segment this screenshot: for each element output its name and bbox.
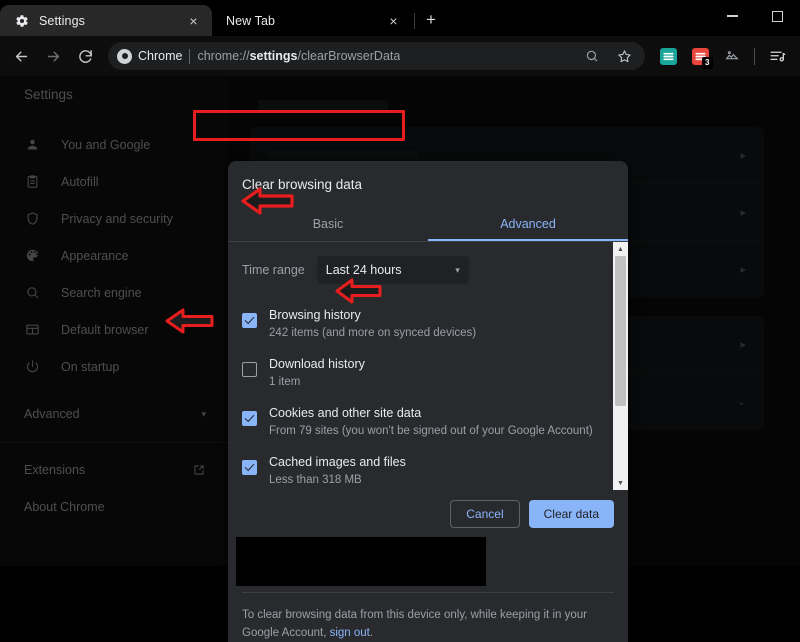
- option-title: Cached images and files: [269, 454, 406, 471]
- extension-teal-icon[interactable]: [653, 41, 683, 71]
- option-text: Cached images and files Less than 318 MB: [269, 454, 406, 489]
- browser-window: Settings × New Tab × + Chrome: [0, 0, 800, 566]
- checkbox[interactable]: [242, 411, 257, 426]
- checkbox[interactable]: [242, 313, 257, 328]
- chrome-chip: Chrome: [117, 49, 182, 64]
- dialog-bottom-section: To clear browsing data from this device …: [228, 537, 628, 642]
- clear-data-button[interactable]: Clear data: [529, 500, 614, 528]
- scroll-down-arrow-icon[interactable]: ▼: [613, 476, 628, 490]
- scroll-up-arrow-icon[interactable]: ▲: [613, 242, 628, 256]
- redacted-region: [236, 537, 486, 586]
- scrollbar-track[interactable]: [613, 256, 628, 476]
- tab-divider: [414, 13, 415, 29]
- tab-new-tab[interactable]: New Tab ×: [212, 5, 412, 36]
- gear-icon: [14, 13, 30, 29]
- chrome-logo-icon: [117, 49, 132, 64]
- dialog-options-list: Time range Last 24 hours ▾ Browsing hist…: [228, 242, 613, 490]
- option-browsing-history[interactable]: Browsing history 242 items (and more on …: [228, 300, 613, 349]
- extension-badge-count: 3: [702, 57, 712, 69]
- option-subtitle: Less than 318 MB: [269, 472, 406, 489]
- forward-icon[interactable]: [38, 41, 68, 71]
- search-icon[interactable]: [577, 41, 607, 71]
- time-range-row: Time range Last 24 hours ▾: [228, 256, 613, 284]
- tab-strip: Settings × New Tab × +: [0, 0, 800, 36]
- tab-basic[interactable]: Basic: [228, 206, 428, 241]
- checkbox[interactable]: [242, 460, 257, 475]
- dialog-footer-note: To clear browsing data from this device …: [228, 593, 628, 642]
- browser-toolbar: Chrome chrome://settings/clearBrowserDat…: [0, 36, 800, 76]
- minimize-button[interactable]: [710, 0, 755, 32]
- active-tab-underline: [428, 239, 628, 241]
- chrome-chip-label: Chrome: [138, 49, 182, 63]
- option-subtitle: From 79 sites (you won't be signed out o…: [269, 423, 593, 440]
- omnibox-actions: [577, 41, 639, 71]
- dialog-scroll-area: Time range Last 24 hours ▾ Browsing hist…: [228, 242, 628, 490]
- dialog-title: Clear browsing data: [228, 161, 628, 206]
- settings-page: Settings You and Google Autofill: [0, 76, 800, 566]
- toolbar-divider: [754, 48, 755, 65]
- option-subtitle: 242 items (and more on synced devices): [269, 325, 476, 342]
- dialog-tabs: Basic Advanced: [228, 206, 628, 242]
- option-title: Cookies and other site data: [269, 405, 593, 422]
- tab-close-button[interactable]: ×: [185, 12, 202, 29]
- star-icon[interactable]: [609, 41, 639, 71]
- tab-title: New Tab: [226, 14, 376, 28]
- chevron-down-icon: ▾: [455, 265, 460, 276]
- tab-advanced[interactable]: Advanced: [428, 206, 628, 241]
- time-range-label: Time range: [242, 263, 305, 277]
- playlist-menu-icon[interactable]: [762, 41, 792, 71]
- option-cookies-and-other-site-data[interactable]: Cookies and other site data From 79 site…: [228, 398, 613, 447]
- option-title: Download history: [269, 356, 365, 373]
- checkbox[interactable]: [242, 362, 257, 377]
- option-cached-images-and-files[interactable]: Cached images and files Less than 318 MB: [228, 447, 613, 490]
- dialog-scrollbar[interactable]: ▲ ▼: [613, 242, 628, 490]
- tab-title: Settings: [39, 14, 176, 28]
- option-subtitle: 1 item: [269, 374, 365, 391]
- address-bar-url: chrome://settings/clearBrowserData: [197, 49, 400, 63]
- time-range-value: Last 24 hours: [326, 263, 402, 277]
- cancel-button[interactable]: Cancel: [450, 500, 519, 528]
- option-text: Download history 1 item: [269, 356, 365, 391]
- option-title: Browsing history: [269, 307, 476, 324]
- extension-dark-icon[interactable]: [717, 41, 747, 71]
- clear-browsing-data-dialog: Clear browsing data Basic Advanced Time …: [228, 161, 628, 642]
- address-bar[interactable]: Chrome chrome://settings/clearBrowserDat…: [108, 42, 645, 70]
- back-icon[interactable]: [6, 41, 36, 71]
- maximize-button[interactable]: [755, 0, 800, 32]
- tab-close-button[interactable]: ×: [385, 12, 402, 29]
- extension-red-icon[interactable]: 3: [685, 41, 715, 71]
- dialog-footer: Cancel Clear data: [228, 490, 628, 537]
- option-download-history[interactable]: Download history 1 item: [228, 349, 613, 398]
- option-text: Browsing history 242 items (and more on …: [269, 307, 476, 342]
- sign-out-link[interactable]: sign out: [330, 627, 370, 639]
- scrollbar-thumb[interactable]: [615, 256, 626, 406]
- extension-icon-badge-wrap: 3: [692, 48, 709, 65]
- reload-icon[interactable]: [70, 41, 100, 71]
- time-range-select[interactable]: Last 24 hours ▾: [317, 256, 469, 284]
- omnibox-divider: [189, 49, 190, 64]
- tab-settings[interactable]: Settings ×: [0, 5, 212, 36]
- extension-icon-badge-wrap: [660, 48, 677, 65]
- option-text: Cookies and other site data From 79 site…: [269, 405, 593, 440]
- new-tab-button[interactable]: +: [417, 6, 445, 34]
- window-controls: [710, 0, 800, 32]
